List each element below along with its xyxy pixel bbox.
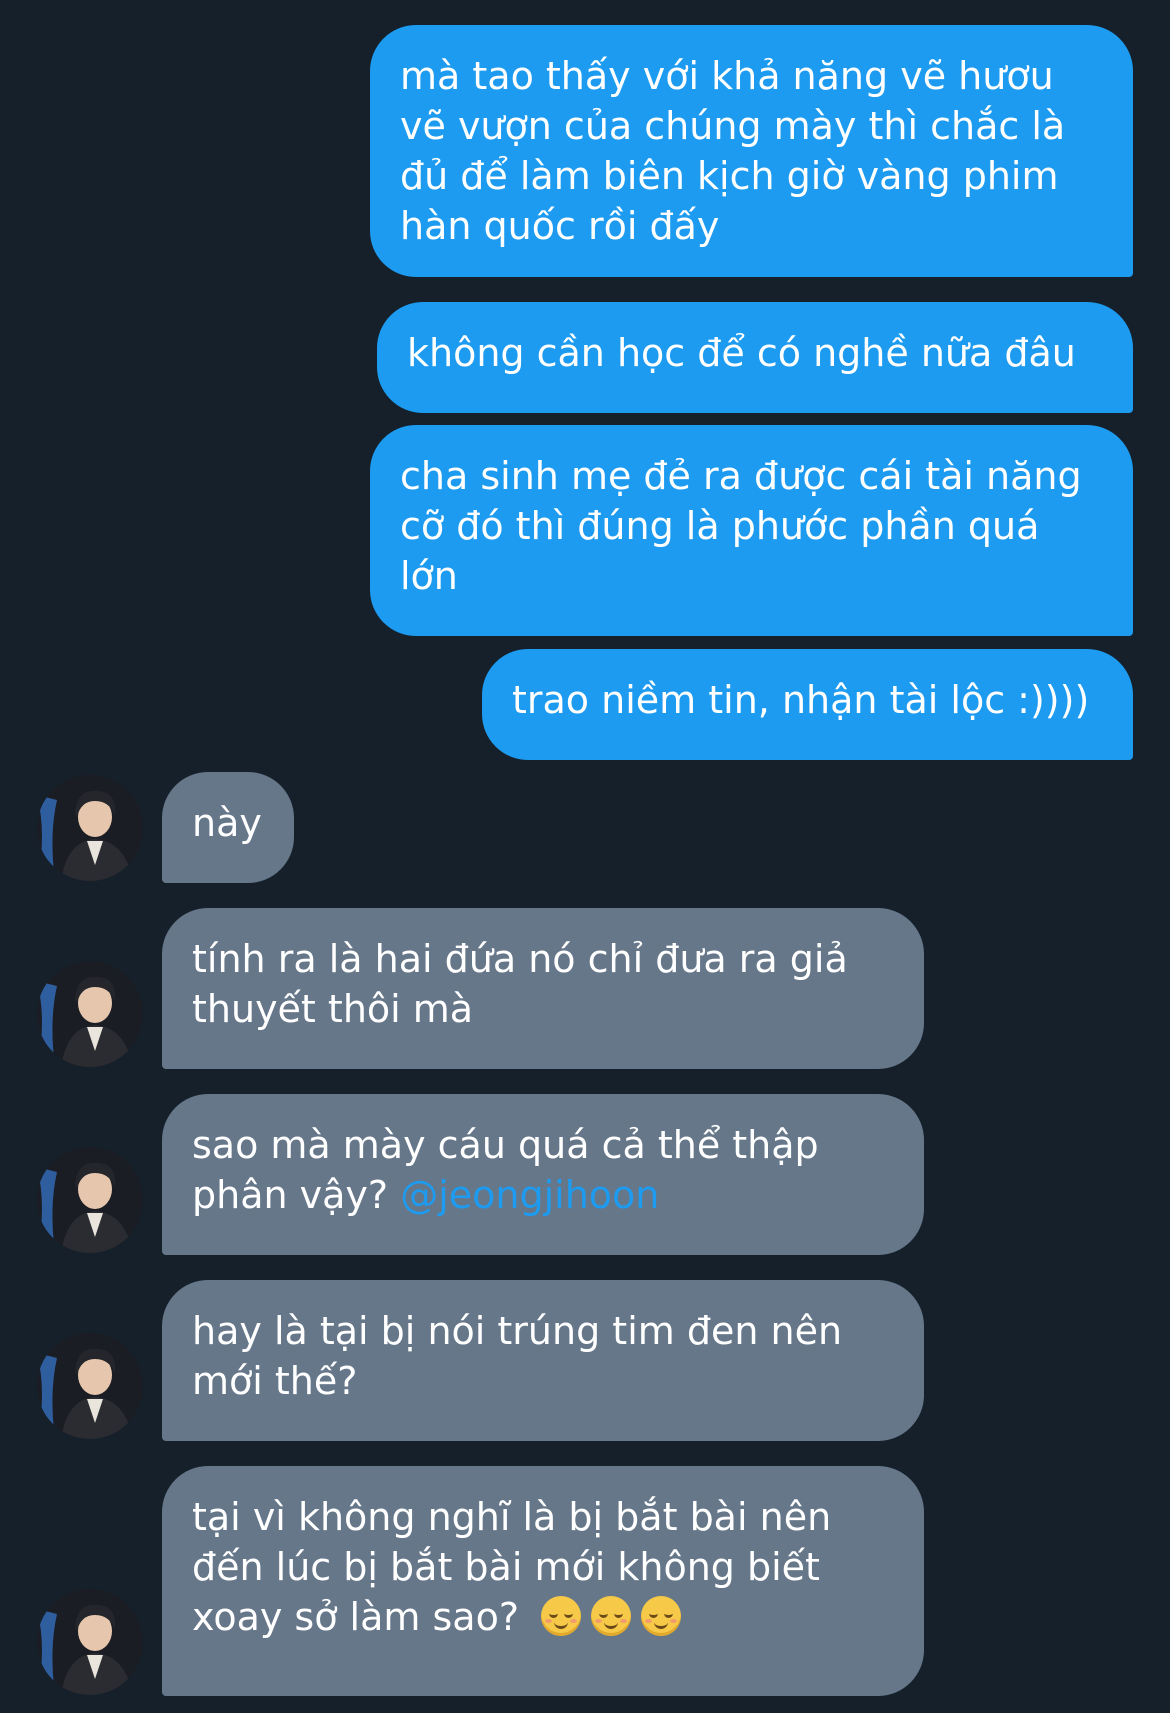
relieved-face-emoji bbox=[541, 1596, 582, 1636]
avatar-photo-icon bbox=[37, 1147, 143, 1253]
received-message-bubble[interactable]: này bbox=[162, 772, 294, 883]
avatar-photo-icon bbox=[37, 1589, 143, 1695]
mention-link[interactable]: @jeongjihoon bbox=[400, 1173, 659, 1217]
sent-message-bubble[interactable]: mà tao thấy với khả năng vẽ hươu vẽ vượn… bbox=[370, 25, 1133, 277]
avatar-photo-icon bbox=[37, 775, 143, 881]
sent-message-bubble[interactable]: không cần học để có nghề nữa đâu bbox=[377, 302, 1133, 413]
sent-message-bubble[interactable]: trao niềm tin, nhận tài lộc :)))) bbox=[482, 649, 1133, 760]
message-text: mà tao thấy với khả năng vẽ hươu vẽ vượn… bbox=[400, 54, 1066, 248]
user-avatar[interactable] bbox=[37, 961, 143, 1067]
message-text: tính ra là hai đứa nó chỉ đưa ra giả thu… bbox=[192, 937, 848, 1031]
avatar-photo-icon bbox=[37, 961, 143, 1067]
message-text: tại vì không nghĩ là bị bắt bài nên đến … bbox=[192, 1495, 832, 1639]
received-message-bubble[interactable]: tính ra là hai đứa nó chỉ đưa ra giả thu… bbox=[162, 908, 924, 1069]
received-message-bubble[interactable]: hay là tại bị nói trúng tim đen nên mới … bbox=[162, 1280, 924, 1441]
message-text: không cần học để có nghề nữa đâu bbox=[407, 331, 1076, 375]
relieved-face-emoji bbox=[591, 1596, 632, 1636]
received-message-bubble[interactable]: tại vì không nghĩ là bị bắt bài nên đến … bbox=[162, 1466, 924, 1696]
message-text: hay là tại bị nói trúng tim đen nên mới … bbox=[192, 1309, 843, 1403]
user-avatar[interactable] bbox=[37, 775, 143, 881]
sent-message-bubble[interactable]: cha sinh mẹ đẻ ra được cái tài năng cỡ đ… bbox=[370, 425, 1133, 636]
message-text: trao niềm tin, nhận tài lộc :)))) bbox=[512, 678, 1090, 722]
message-text: cha sinh mẹ đẻ ra được cái tài năng cỡ đ… bbox=[400, 454, 1082, 598]
user-avatar[interactable] bbox=[37, 1589, 143, 1695]
message-text: này bbox=[192, 801, 262, 845]
relieved-face-emoji bbox=[641, 1596, 682, 1636]
user-avatar[interactable] bbox=[37, 1333, 143, 1439]
received-message-bubble[interactable]: sao mà mày cáu quá cả thể thập phân vậy?… bbox=[162, 1094, 924, 1255]
user-avatar[interactable] bbox=[37, 1147, 143, 1253]
avatar-photo-icon bbox=[37, 1333, 143, 1439]
